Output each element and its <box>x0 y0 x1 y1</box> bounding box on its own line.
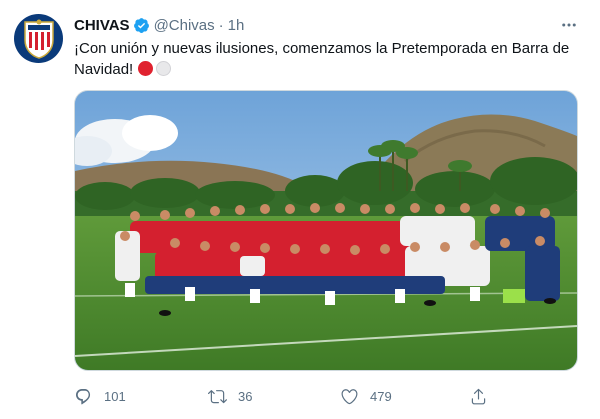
retweet-count: 36 <box>238 388 253 404</box>
tweet-text: ¡Con unión y nuevas ilusiones, comenzamo… <box>74 38 584 80</box>
share-button[interactable] <box>469 384 499 408</box>
tweet-photo[interactable] <box>74 90 578 371</box>
tweet-actions: 101 36 479 <box>74 384 584 408</box>
reply-button[interactable]: 101 <box>74 384 126 408</box>
chivas-crest-icon <box>23 19 54 59</box>
more-options-icon[interactable] <box>558 15 580 35</box>
tweet-header: CHIVAS @Chivas · 1h <box>74 15 244 35</box>
tweet-timestamp[interactable]: 1h <box>228 17 245 34</box>
verified-badge-icon <box>133 17 150 34</box>
retweet-icon <box>208 389 227 403</box>
white-circle-icon <box>156 61 172 76</box>
share-icon <box>471 388 486 404</box>
like-button[interactable]: 479 <box>340 384 392 408</box>
user-handle[interactable]: @Chivas <box>154 17 215 34</box>
reply-icon <box>75 388 91 404</box>
header-separator: · <box>218 16 224 34</box>
tweet-card[interactable]: CHIVAS @Chivas · 1h ¡Con unión y nuevas … <box>0 0 600 419</box>
profile-avatar[interactable] <box>14 14 63 63</box>
red-circle-icon <box>138 61 154 76</box>
team-photo-image <box>75 91 577 370</box>
retweet-button[interactable]: 36 <box>208 384 252 408</box>
heart-icon <box>341 388 358 404</box>
reply-count: 101 <box>104 388 126 404</box>
display-name[interactable]: CHIVAS <box>74 17 130 34</box>
like-count: 479 <box>370 388 392 404</box>
